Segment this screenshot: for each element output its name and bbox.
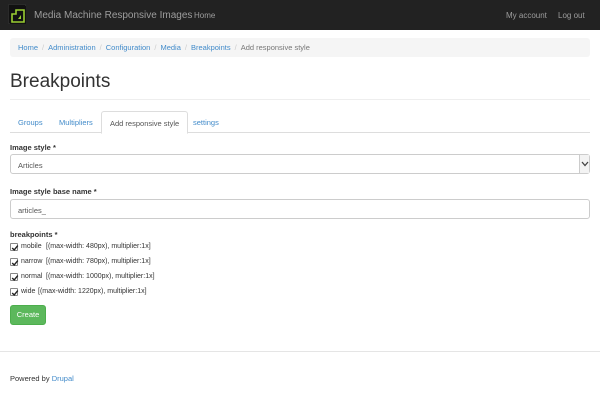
tab-settings[interactable]: settings: [185, 111, 227, 134]
breadcrumb-home[interactable]: Home: [18, 43, 38, 52]
breadcrumb-separator: /: [154, 43, 157, 52]
footer-divider: [0, 351, 600, 352]
breakpoint-wide-checkbox[interactable]: [10, 288, 19, 297]
breakpoint-normal-detail: [(max-width: 1000px), multiplier:1x]: [46, 273, 155, 280]
breadcrumb-configuration[interactable]: Configuration: [106, 43, 151, 52]
breadcrumb-current: Add responsive style: [240, 43, 310, 52]
breakpoint-narrow-detail: [(max-width: 780px), multiplier:1x]: [46, 258, 151, 265]
create-button[interactable]: Create: [10, 305, 46, 325]
tab-groups[interactable]: Groups: [10, 111, 51, 134]
breakpoint-normal-name: normal: [21, 273, 43, 280]
drupal-link[interactable]: Drupal: [52, 374, 74, 383]
breakpoint-narrow-checkbox[interactable]: [10, 258, 19, 267]
image-style-label: Image style *: [10, 143, 56, 152]
breakpoint-narrow-name: narrow: [21, 258, 43, 265]
breadcrumb-separator: /: [42, 43, 45, 52]
tab-multipliers[interactable]: Multipliers: [51, 111, 101, 134]
breadcrumb-breakpoints[interactable]: Breakpoints: [191, 43, 231, 52]
site-logo[interactable]: [8, 4, 26, 24]
breadcrumb-administration[interactable]: Administration: [48, 43, 96, 52]
page-title: Breakpoints: [10, 71, 111, 92]
breadcrumb-media[interactable]: Media: [160, 43, 180, 52]
top-navbar: Media Machine Responsive Images Home My …: [0, 0, 600, 30]
breakpoint-wide-name: wide: [21, 288, 36, 295]
breakpoint-mobile-name: mobile: [21, 243, 42, 250]
base-name-input[interactable]: articles_: [10, 199, 590, 219]
logout-link[interactable]: Log out: [558, 11, 585, 20]
image-style-select[interactable]: Articles: [10, 154, 590, 174]
breakpoint-mobile-checkbox[interactable]: [10, 243, 19, 252]
breakpoint-wide-detail: [(max-width: 1220px), multiplier:1x]: [38, 288, 147, 295]
tab-bar: Groups Multipliers Add responsive style …: [10, 111, 590, 134]
title-divider: [10, 99, 590, 100]
image-style-value: Articles: [18, 161, 43, 170]
breadcrumb: Home / Administration / Configuration / Media /…: [10, 38, 590, 57]
footer-text: Powered by: [10, 374, 50, 383]
site-name[interactable]: Media Machine Responsive Images: [34, 10, 192, 21]
breakpoint-normal-checkbox[interactable]: [10, 273, 19, 282]
tab-add-responsive-style[interactable]: Add responsive style: [101, 111, 189, 134]
my-account-link[interactable]: My account: [506, 11, 547, 20]
base-name-value: articles_: [18, 206, 46, 215]
breadcrumb-separator: /: [184, 43, 187, 52]
breadcrumb-separator: /: [99, 43, 102, 52]
base-name-label: Image style base name *: [10, 187, 97, 196]
chevron-down-icon[interactable]: [579, 155, 589, 173]
breakpoint-mobile-detail: [(max-width: 480px), multiplier:1x]: [46, 243, 151, 250]
breadcrumb-separator: /: [234, 43, 237, 52]
breakpoints-label: breakpoints *: [10, 230, 58, 239]
nav-home-link[interactable]: Home: [194, 11, 215, 20]
footer: Powered by Drupal: [10, 374, 74, 383]
